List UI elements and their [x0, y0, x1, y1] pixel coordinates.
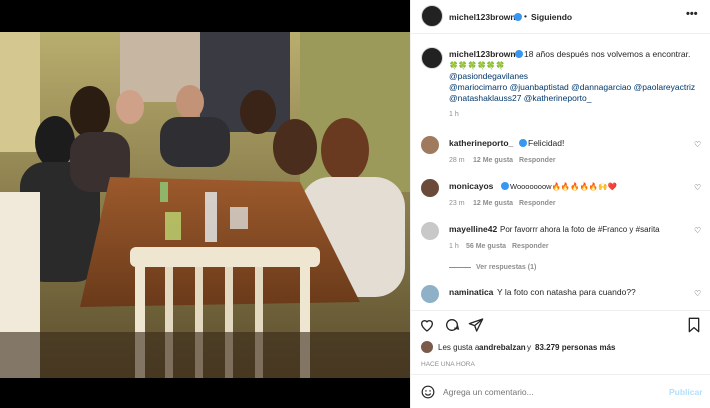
comment-time[interactable]: 1 h: [449, 241, 459, 252]
likes-user[interactable]: andrebalzan: [479, 342, 526, 353]
comment-like-heart-icon[interactable]: ♡: [694, 289, 701, 298]
comment-text: Wooooooow🔥🔥🔥🔥🔥🙌❤️: [510, 182, 617, 191]
comment-reply-button[interactable]: Responder: [519, 198, 556, 209]
caption-verified-icon: [515, 50, 523, 58]
comment-time[interactable]: 23 m: [449, 198, 465, 209]
comment-username[interactable]: mayelline42: [449, 224, 497, 235]
comment-text: Y la foto con natasha para cuando??: [497, 287, 636, 297]
publish-button[interactable]: Publicar: [669, 387, 703, 398]
author-username[interactable]: michel123brown: [449, 12, 516, 23]
caption-avatar[interactable]: [421, 47, 443, 69]
comment-likes[interactable]: 56 Me gusta: [466, 241, 506, 252]
verified-badge-icon: [514, 13, 522, 21]
mentions-line-3[interactable]: @natashaklauss27 @katherineporto_: [449, 93, 591, 104]
comment-input-bar: Publicar: [411, 374, 710, 408]
likes-connector: y: [527, 343, 531, 352]
likes-count[interactable]: 83.279 personas más: [535, 342, 616, 353]
post-media[interactable]: [0, 0, 410, 408]
caption-username[interactable]: michel123brown: [449, 49, 516, 60]
liker-avatar[interactable]: [421, 341, 433, 353]
comment-like-heart-icon[interactable]: ♡: [694, 183, 701, 192]
comment-text: Por favorrr ahora la foto de #Franco y #…: [500, 225, 660, 234]
comment-input[interactable]: [443, 383, 658, 401]
emoji-smiley-icon[interactable]: [421, 385, 435, 399]
likes-prefix: Les gusta a: [438, 343, 480, 352]
caption-time[interactable]: 1 h: [449, 109, 459, 120]
comment-text: Felicidad!: [528, 138, 565, 148]
follow-status[interactable]: Siguiendo: [531, 12, 572, 23]
view-replies-line: [449, 267, 471, 268]
caption-text: 18 años después nos volvemos a encontrar…: [524, 49, 691, 59]
comment-icon[interactable]: [444, 317, 460, 333]
comment-time[interactable]: 28 m: [449, 155, 465, 166]
view-replies-button[interactable]: Ver respuestas (1): [476, 262, 536, 273]
comment-username[interactable]: naminatica: [449, 287, 493, 298]
post-header: michel123brown • Siguiendo •••: [411, 0, 710, 34]
comment-reply-button[interactable]: Responder: [519, 155, 556, 166]
comment-avatar[interactable]: [421, 136, 439, 154]
comment-like-heart-icon[interactable]: ♡: [694, 140, 701, 149]
post-time-ago[interactable]: HACE UNA HORA: [421, 359, 475, 370]
caption-emoji: 🍀🍀🍀🍀🍀🍀: [449, 61, 506, 70]
comment-avatar[interactable]: [421, 179, 439, 197]
comment-verified-icon: [519, 139, 527, 147]
comment-avatar[interactable]: [421, 285, 439, 303]
more-horizontal-icon[interactable]: •••: [686, 9, 698, 20]
like-heart-icon[interactable]: [419, 317, 435, 333]
share-send-icon[interactable]: [468, 317, 484, 333]
author-avatar[interactable]: [421, 5, 443, 27]
bookmark-icon[interactable]: [687, 317, 701, 333]
comment-username[interactable]: monicayos: [449, 181, 493, 192]
post-photo[interactable]: [0, 32, 410, 378]
comment-avatar[interactable]: [421, 222, 439, 240]
comment-reply-button[interactable]: Responder: [512, 241, 549, 252]
comment-like-heart-icon[interactable]: ♡: [694, 226, 701, 235]
comment-likes[interactable]: 12 Me gusta: [473, 155, 513, 166]
separator-dot: •: [524, 11, 527, 21]
mentions-line-2[interactable]: @mariocimarro @juanbaptistad @dannagarci…: [449, 82, 695, 93]
comment-username[interactable]: katherineporto_: [449, 138, 513, 149]
comment-verified-icon: [501, 182, 509, 190]
post-sidebar: michel123brown • Siguiendo ••• michel123…: [410, 0, 710, 408]
comment-likes[interactable]: 12 Me gusta: [473, 198, 513, 209]
mention-pasiondegavilanes[interactable]: @pasiondegavilanes: [449, 71, 528, 82]
